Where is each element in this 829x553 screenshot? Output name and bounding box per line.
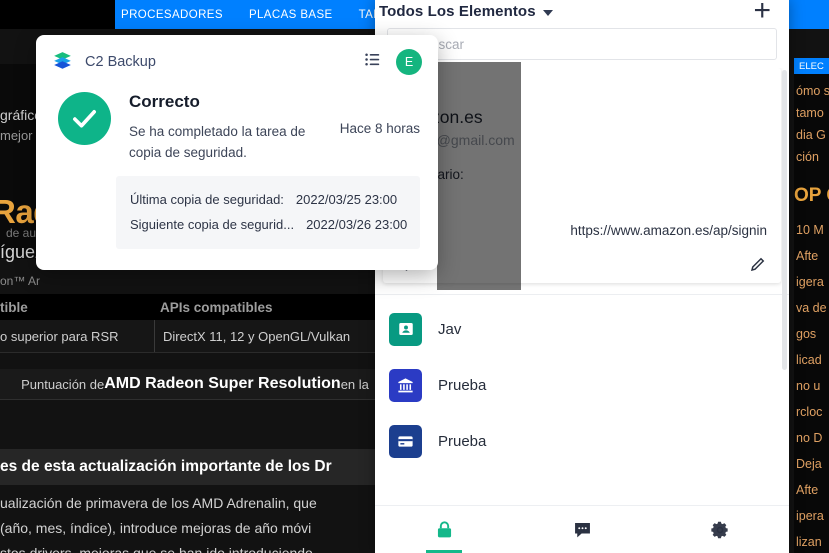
section-heading-text: es de esta actualización importante de l… <box>0 458 332 475</box>
tab-settings[interactable] <box>651 506 789 553</box>
status-badge: Correcto <box>129 92 200 111</box>
right-col-line-4: ción <box>796 150 819 164</box>
c2-popup-body: Correcto Se ha completado la tarea de co… <box>36 75 438 163</box>
gear-icon <box>711 521 728 538</box>
hero-sub-3: on™ Ar <box>0 274 41 288</box>
search-input[interactable]: Buscar <box>387 28 777 60</box>
spec-header-cell-2: APIs compatibles <box>160 299 273 315</box>
body-paragraph: ualización de primavera de los AMD Adren… <box>0 491 400 553</box>
right-col-line-3: dia G <box>796 128 826 142</box>
item-password-label: eña: <box>397 194 767 209</box>
c2-brand: C2 Backup <box>52 50 156 75</box>
list-item[interactable]: Prueba <box>375 357 789 413</box>
caption-bold: AMD Radeon Super Resolution <box>104 375 341 392</box>
right-col-line-9: gos <box>796 327 817 341</box>
right-col-line-6: Afte <box>796 249 819 263</box>
c2-text-block: Correcto Se ha completado la tarea de co… <box>129 92 420 163</box>
right-col-line-13: no D <box>796 431 823 445</box>
spec-header-cell-1: tible <box>0 299 28 315</box>
right-col-line-2: tamo <box>796 106 824 120</box>
item-url[interactable]: https://www.amazon.es/ap/signin <box>397 223 767 238</box>
tab-messages[interactable] <box>513 506 651 553</box>
items-list: Jav Prueba Prueba <box>375 295 789 469</box>
item-actions <box>397 254 767 273</box>
list-item-label: Jav <box>438 320 462 338</box>
item-username-label: de usuario: <box>397 167 464 182</box>
c2-brand-name: C2 Backup <box>85 54 156 70</box>
paragraph-line-2: (año, mes, índice), introduce mejoras de… <box>0 520 312 536</box>
password-manager-header: Todos Los Elementos + <box>375 0 789 26</box>
success-check-icon <box>58 92 111 145</box>
c2-info-key: Última copia de seguridad: <box>130 192 284 207</box>
webpage-right-column: ELEC ómo s tamo dia G ción OP G 10 M Aft… <box>794 58 829 553</box>
bank-icon <box>389 368 422 402</box>
right-nav-label[interactable]: ELEC <box>794 58 829 74</box>
panel-scrollbar[interactable] <box>782 70 787 370</box>
right-col-line-15: Afte <box>796 483 819 497</box>
add-item-button[interactable]: + <box>753 0 771 26</box>
right-col-line-16: ipera <box>796 509 824 523</box>
caption-pre: Puntuación de <box>21 376 105 392</box>
bottom-navigation <box>375 505 789 553</box>
c2-info-key: Siguiente copia de segurid... <box>130 217 295 232</box>
spec-table: tible APIs compatibles o superior para R… <box>0 294 390 353</box>
contact-icon <box>389 312 422 346</box>
c2-popup-header: C2 Backup E <box>36 35 438 75</box>
paragraph-line-1: ualización de primavera de los AMD Adren… <box>0 495 317 511</box>
right-col-line-17: lizan <box>796 535 822 549</box>
items-filter-label: Todos Los Elementos <box>379 2 536 20</box>
c2-message: Se ha completado la tarea de copia de se… <box>129 124 306 160</box>
chevron-down-icon <box>542 9 553 16</box>
spec-cell-1: o superior para RSR <box>0 320 155 352</box>
paragraph-line-3: stos drivers, mejoras que se han ido int… <box>0 545 313 553</box>
section-heading: es de esta actualización importante de l… <box>0 449 390 485</box>
c2-header-actions: E <box>363 49 422 75</box>
item-title: amazon.es <box>397 107 483 127</box>
avatar[interactable]: E <box>396 49 422 75</box>
screen: PROCESADORES PLACAS BASE TARJETAS GRÁFI … <box>0 0 829 553</box>
list-item[interactable]: Prueba <box>375 413 789 469</box>
list-item[interactable]: Jav <box>375 301 789 357</box>
right-col-line-12: rcloc <box>796 405 823 419</box>
right-col-line-14: Deja <box>796 457 822 471</box>
c2-info-row: Última copia de seguridad: 2022/03/25 23… <box>130 187 406 212</box>
nav-item-placas-base[interactable]: PLACAS BASE <box>249 9 333 21</box>
right-col-line-8: va de <box>796 301 827 315</box>
c2-info-value: 2022/03/25 23:00 <box>295 192 398 207</box>
right-col-line-7: igera <box>796 275 824 289</box>
right-col-line-11: no u <box>796 379 821 393</box>
list-icon[interactable] <box>363 50 382 74</box>
right-col-heading: OP G <box>794 185 829 206</box>
c2-message-row: Se ha completado la tarea de copia de se… <box>129 121 420 163</box>
right-col-line-1: ómo s <box>796 84 829 98</box>
message-icon <box>574 522 590 538</box>
c2-timestamp: Hace 8 horas <box>339 121 420 136</box>
items-filter-dropdown[interactable]: Todos Los Elementos <box>379 3 553 20</box>
list-item-label: Prueba <box>438 376 487 394</box>
c2-info-value: 2022/03/26 23:00 <box>306 217 408 232</box>
right-col-line-10: licad <box>796 353 822 367</box>
tab-passwords[interactable] <box>375 506 513 553</box>
topbar-left-black <box>0 0 115 29</box>
table-row: o superior para RSR DirectX 11, 12 y Ope… <box>0 320 390 353</box>
list-item-label: Prueba <box>438 432 487 450</box>
c2-info-row: Siguiente copia de segurid... 2022/03/26… <box>130 212 407 237</box>
c2-backup-info: Última copia de seguridad: 2022/03/25 23… <box>116 176 420 249</box>
spec-cell-2: DirectX 11, 12 y OpenGL/Vulkan <box>163 328 351 344</box>
item-email: rolmer@gmail.com <box>397 132 515 148</box>
lock-icon <box>437 521 451 538</box>
table-caption: Puntuación de AMD Radeon Super Resolutio… <box>0 369 390 400</box>
item-category: cia <box>397 76 767 93</box>
item-detail-card[interactable]: cia amazon.es rolmer@gmail.com de usuari… <box>383 68 781 283</box>
c2-backup-notification[interactable]: C2 Backup E Correcto Se ha completado la… <box>36 35 438 270</box>
spec-table-header: tible APIs compatibles <box>0 294 390 320</box>
edit-pencil-icon[interactable] <box>749 255 767 273</box>
nav-item-procesadores[interactable]: PROCESADORES <box>121 9 223 21</box>
c2-backup-logo-icon <box>52 50 73 75</box>
card-icon <box>389 424 422 458</box>
caption-post: en la <box>340 376 369 392</box>
right-col-line-5: 10 M <box>796 223 824 237</box>
